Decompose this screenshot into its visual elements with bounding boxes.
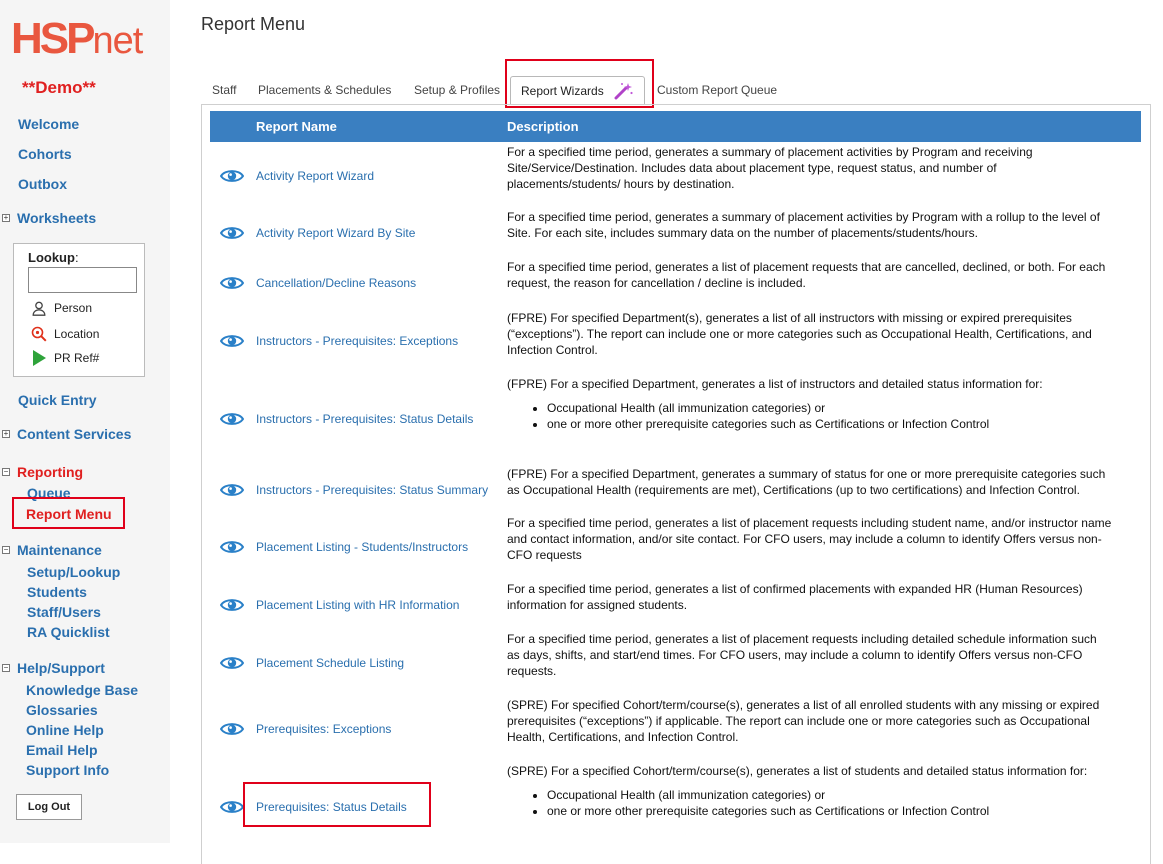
nav-content-services[interactable]: + Content Services — [2, 426, 131, 442]
report-name-link[interactable]: Instructors - Prerequisites: Exceptions — [256, 334, 458, 348]
description-bullets: Occupational Health (all immunization ca… — [507, 787, 1112, 819]
nav-ra-quicklist[interactable]: RA Quicklist — [27, 624, 110, 640]
lookup-label: Lookup: — [28, 250, 79, 265]
report-name-link[interactable]: Activity Report Wizard — [256, 169, 374, 183]
nav-students[interactable]: Students — [27, 584, 87, 600]
eye-icon[interactable] — [219, 333, 245, 349]
description-text: (FPRE) For a specified Department, gener… — [507, 467, 1106, 497]
report-description: (FPRE) For a specified Department, gener… — [507, 376, 1112, 432]
nav-help-support[interactable]: − Help/Support — [2, 660, 105, 676]
nav-email-help[interactable]: Email Help — [26, 742, 98, 758]
report-description: (FPRE) For specified Department(s), gene… — [507, 310, 1112, 358]
description-text: For a specified time period, generates a… — [507, 145, 1033, 191]
hspnet-logo[interactable]: HSPnet — [11, 16, 156, 63]
nav-knowledge-base[interactable]: Knowledge Base — [26, 682, 138, 698]
eye-icon[interactable] — [219, 597, 245, 613]
column-report-name[interactable]: Report Name — [256, 119, 337, 134]
nav-maintenance[interactable]: − Maintenance — [2, 542, 102, 558]
expand-icon[interactable]: + — [2, 214, 10, 222]
sidebar: HSPnet **Demo** Welcome Cohorts Outbox +… — [0, 0, 170, 843]
collapse-icon[interactable]: − — [2, 664, 10, 672]
report-description: (SPRE) For a specified Cohort/term/cours… — [507, 763, 1112, 819]
play-icon — [30, 350, 48, 366]
report-name-link[interactable]: Activity Report Wizard By Site — [256, 226, 415, 240]
nav-quick-entry[interactable]: Quick Entry — [18, 392, 97, 408]
report-description: For a specified time period, generates a… — [507, 631, 1112, 679]
tab-setup-profiles[interactable]: Setup & Profiles — [414, 76, 500, 105]
lookup-input[interactable] — [28, 267, 137, 293]
collapse-icon[interactable]: − — [2, 468, 10, 476]
nav-cohorts[interactable]: Cohorts — [18, 146, 72, 162]
lookup-panel: Lookup: Person Location PR Ref# — [13, 243, 145, 377]
person-icon — [30, 300, 48, 316]
nav-online-help[interactable]: Online Help — [26, 722, 104, 738]
tab-staff[interactable]: Staff — [212, 76, 236, 105]
report-table-header: Report Name Description — [210, 111, 1141, 142]
report-name-link[interactable]: Placement Schedule Listing — [256, 656, 404, 670]
nav-outbox[interactable]: Outbox — [18, 176, 67, 192]
bullet-item: one or more other prerequisite categorie… — [547, 416, 1112, 432]
eye-icon[interactable] — [219, 799, 245, 815]
location-search-icon — [30, 326, 48, 342]
nav-setup-lookup[interactable]: Setup/Lookup — [27, 564, 120, 580]
report-description: For a specified time period, generates a… — [507, 144, 1112, 192]
expand-icon[interactable]: + — [2, 430, 10, 438]
report-description: For a specified time period, generates a… — [507, 515, 1112, 563]
eye-icon[interactable] — [219, 655, 245, 671]
page-title: Report Menu — [201, 14, 306, 34]
bullet-item: Occupational Health (all immunization ca… — [547, 787, 1112, 803]
nav-staff-users[interactable]: Staff/Users — [27, 604, 101, 620]
report-description: For a specified time period, generates a… — [507, 259, 1112, 291]
nav-welcome[interactable]: Welcome — [18, 116, 79, 132]
eye-icon[interactable] — [219, 168, 245, 184]
report-name-link[interactable]: Cancellation/Decline Reasons — [256, 276, 416, 290]
logout-button[interactable]: Log Out — [16, 794, 82, 820]
description-text: For a specified time period, generates a… — [507, 582, 1083, 612]
nav-glossaries[interactable]: Glossaries — [26, 702, 98, 718]
report-name-link[interactable]: Placement Listing with HR Information — [256, 598, 459, 612]
bullet-item: Occupational Health (all immunization ca… — [547, 400, 1112, 416]
eye-icon[interactable] — [219, 411, 245, 427]
description-text: (FPRE) For specified Department(s), gene… — [507, 311, 1092, 357]
demo-badge: **Demo** — [22, 78, 96, 97]
status-details-highlight — [243, 782, 431, 827]
description-text: For a specified time period, generates a… — [507, 632, 1097, 678]
eye-icon[interactable] — [219, 225, 245, 241]
description-text: (FPRE) For a specified Department, gener… — [507, 377, 1043, 391]
nav-worksheets[interactable]: + Worksheets — [2, 210, 96, 226]
description-bullets: Occupational Health (all immunization ca… — [507, 400, 1112, 432]
lookup-location[interactable]: Location — [30, 326, 99, 342]
report-menu-highlight — [12, 497, 125, 529]
report-description: For a specified time period, generates a… — [507, 209, 1112, 241]
report-name-link[interactable]: Instructors - Prerequisites: Status Summ… — [256, 483, 488, 497]
report-name-link[interactable]: Prerequisites: Exceptions — [256, 722, 391, 736]
description-text: For a specified time period, generates a… — [507, 210, 1100, 240]
description-text: For a specified time period, generates a… — [507, 516, 1112, 562]
tab-placements-schedules[interactable]: Placements & Schedules — [258, 76, 391, 105]
bullet-item: one or more other prerequisite categorie… — [547, 803, 1112, 819]
column-description: Description — [507, 119, 579, 134]
eye-icon[interactable] — [219, 721, 245, 737]
description-text: For a specified time period, generates a… — [507, 260, 1106, 290]
report-description: (SPRE) For specified Cohort/term/course(… — [507, 697, 1112, 745]
description-text: (SPRE) For specified Cohort/term/course(… — [507, 698, 1100, 744]
eye-icon[interactable] — [219, 482, 245, 498]
collapse-icon[interactable]: − — [2, 546, 10, 554]
report-wizards-highlight — [505, 59, 654, 108]
report-name-link[interactable]: Instructors - Prerequisites: Status Deta… — [256, 412, 473, 426]
eye-icon[interactable] — [219, 275, 245, 291]
report-description: For a specified time period, generates a… — [507, 581, 1112, 613]
report-name-link[interactable]: Placement Listing - Students/Instructors — [256, 540, 468, 554]
tab-custom-report-queue[interactable]: Custom Report Queue — [657, 76, 777, 105]
lookup-pr-ref[interactable]: PR Ref# — [30, 350, 99, 366]
nav-reporting[interactable]: − Reporting — [2, 464, 83, 480]
eye-icon[interactable] — [219, 539, 245, 555]
nav-support-info[interactable]: Support Info — [26, 762, 109, 778]
report-description: (FPRE) For a specified Department, gener… — [507, 466, 1112, 498]
description-text: (SPRE) For a specified Cohort/term/cours… — [507, 764, 1088, 778]
lookup-person[interactable]: Person — [30, 300, 92, 316]
